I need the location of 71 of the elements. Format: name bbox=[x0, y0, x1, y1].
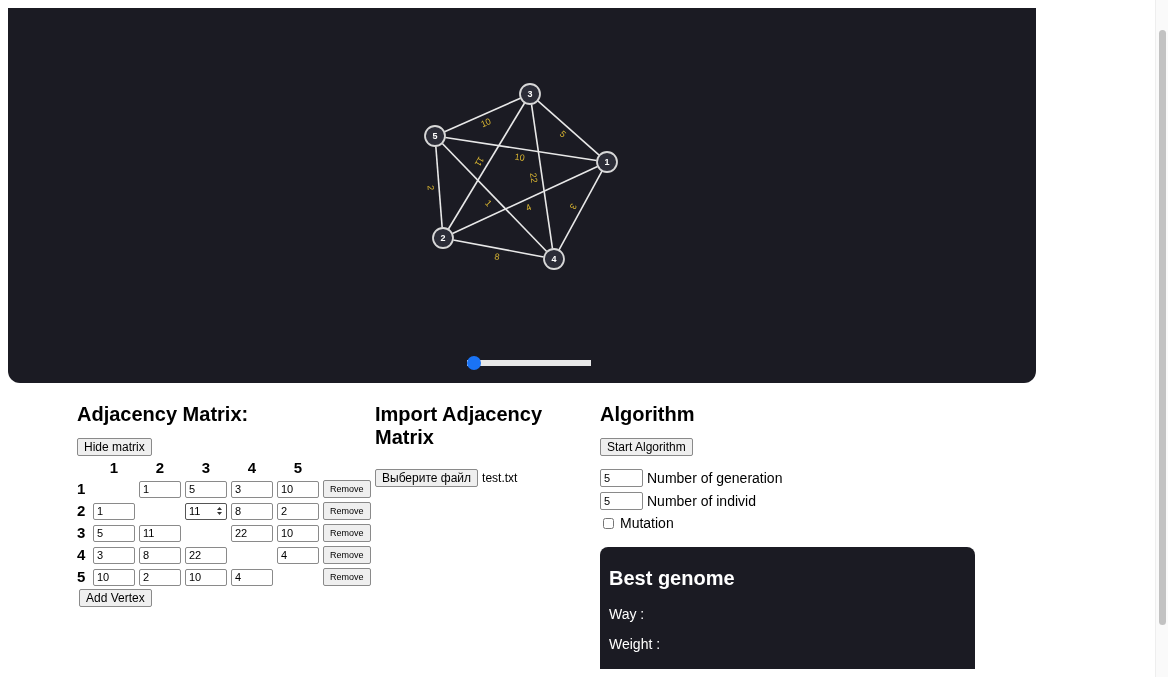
number-field[interactable]: 5 bbox=[600, 469, 643, 487]
section-title: Import Adjacency Matrix bbox=[375, 403, 544, 449]
result-line: Way : bbox=[609, 605, 646, 623]
row-header: 1 bbox=[77, 480, 87, 498]
number-field[interactable]: 5 bbox=[600, 492, 643, 510]
edge-weight: 4 bbox=[524, 202, 533, 214]
mutation-checkbox[interactable] bbox=[603, 517, 614, 529]
edge-weight: 3 bbox=[567, 201, 579, 212]
edge-weight: 11 bbox=[472, 155, 487, 169]
section-title: Algorithm bbox=[600, 403, 695, 426]
column-header: 2 bbox=[154, 459, 166, 477]
row-header: 3 bbox=[77, 524, 87, 542]
matrix-input[interactable]: 22 bbox=[231, 524, 273, 542]
file-name: test.txt bbox=[482, 471, 518, 485]
remove-button[interactable]: Remove bbox=[323, 546, 371, 564]
matrix-input[interactable]: 10 bbox=[185, 568, 227, 586]
graph-node: 1 bbox=[596, 151, 618, 173]
matrix-input[interactable]: 10 bbox=[277, 524, 319, 542]
edge-weight: 5 bbox=[557, 128, 569, 140]
matrix-input[interactable]: 2 bbox=[277, 502, 319, 520]
column-header: 5 bbox=[292, 459, 304, 477]
spinner-icon[interactable] bbox=[216, 506, 223, 516]
graph-node: 2 bbox=[432, 227, 454, 249]
section-title: Adjacency Matrix: bbox=[77, 403, 249, 426]
matrix-input[interactable]: 8 bbox=[139, 546, 181, 564]
edge-weight: 22 bbox=[528, 172, 540, 184]
matrix-input[interactable]: 22 bbox=[185, 546, 227, 564]
row-header: 2 bbox=[77, 502, 87, 520]
matrix-input[interactable]: 4 bbox=[231, 568, 273, 586]
matrix-input[interactable]: 4 bbox=[277, 546, 319, 564]
row-header: 5 bbox=[77, 568, 87, 586]
field-label: Number of individ bbox=[647, 493, 756, 509]
matrix-input[interactable]: 8 bbox=[231, 502, 273, 520]
edge-weight: 2 bbox=[425, 184, 436, 191]
matrix-input[interactable]: 10 bbox=[277, 480, 319, 498]
matrix-input[interactable]: 10 bbox=[93, 568, 135, 586]
result-line: Weight : bbox=[609, 635, 662, 653]
remove-button[interactable]: Remove bbox=[323, 568, 371, 586]
column-header: 4 bbox=[246, 459, 258, 477]
row-header: 4 bbox=[77, 546, 87, 564]
graph-node: 3 bbox=[519, 83, 541, 105]
number-field[interactable]: 11 bbox=[185, 502, 227, 520]
add-vertex-button[interactable]: Add Vertex bbox=[79, 589, 152, 607]
remove-button[interactable]: Remove bbox=[323, 524, 371, 542]
edge-weight: 1 bbox=[483, 198, 494, 209]
hide-matrix-button[interactable]: Hide matrix bbox=[77, 438, 152, 456]
column-header: 1 bbox=[108, 459, 120, 477]
column-header: 3 bbox=[200, 459, 212, 477]
matrix-input[interactable]: 5 bbox=[93, 524, 135, 542]
matrix-input[interactable]: 3 bbox=[93, 546, 135, 564]
matrix-input[interactable]: 5 bbox=[185, 480, 227, 498]
slider-thumb[interactable] bbox=[466, 356, 481, 370]
field-label: Number of generation bbox=[647, 470, 783, 486]
matrix-input[interactable]: 1 bbox=[93, 502, 135, 520]
edge-weight: 10 bbox=[514, 151, 526, 163]
scrollbar[interactable] bbox=[1155, 0, 1168, 677]
start-algorithm-button[interactable]: Start Algorithm bbox=[600, 438, 693, 456]
edge-weight: 10 bbox=[479, 116, 493, 130]
remove-button[interactable]: Remove bbox=[323, 480, 371, 498]
matrix-input[interactable]: 1 bbox=[139, 480, 181, 498]
result-title: Best genome bbox=[609, 567, 736, 589]
matrix-input[interactable]: 3 bbox=[231, 480, 273, 498]
choose-file-button[interactable]: Выберите файл bbox=[375, 469, 479, 487]
matrix-input[interactable]: 2 bbox=[139, 568, 181, 586]
edge-weight: 8 bbox=[493, 251, 501, 263]
checkbox-label: Mutation bbox=[620, 515, 674, 531]
graph-node: 4 bbox=[543, 248, 565, 270]
scrollbar-thumb[interactable] bbox=[1159, 30, 1166, 625]
matrix-input[interactable]: 11 bbox=[139, 524, 181, 542]
remove-button[interactable]: Remove bbox=[323, 502, 371, 520]
graph-node: 5 bbox=[424, 125, 446, 147]
